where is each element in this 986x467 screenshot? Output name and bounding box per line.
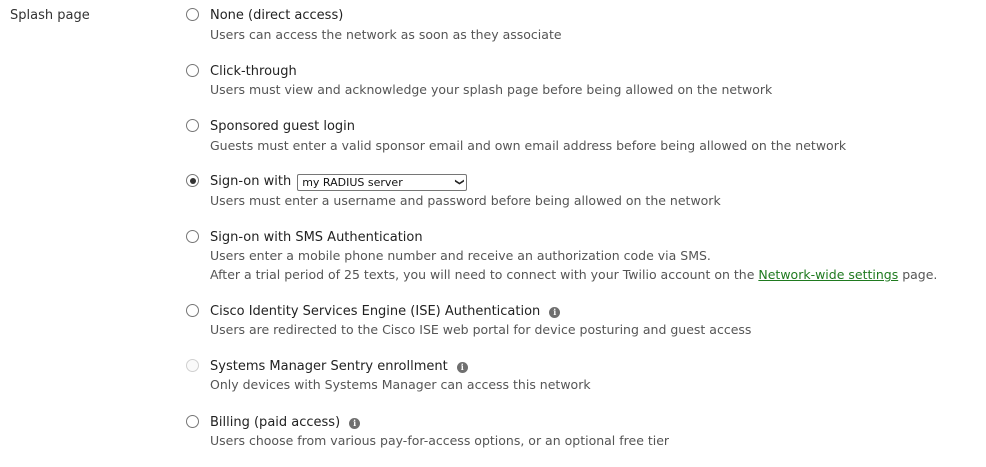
info-icon[interactable]: i [549,307,561,318]
option-description: Users are redirected to the Cisco ISE we… [210,322,752,337]
option-title[interactable]: Billing (paid access) [210,413,340,433]
option-title[interactable]: Sponsored guest login [210,117,355,137]
option-title[interactable]: Click-through [210,62,297,82]
network-wide-settings-link[interactable]: Network-wide settings [758,267,898,282]
option-title[interactable]: Sign-on with SMS Authentication [210,228,423,248]
radio-systems-manager-sentry [186,359,199,372]
sms-trial-text-suffix: page. [898,267,938,282]
radio-click-through[interactable] [186,64,199,77]
chevron-down-icon: ❯ [453,178,464,186]
option-description: Users must enter a username and password… [210,193,721,208]
option-description: Users enter a mobile phone number and re… [210,248,711,263]
option-description-secondary: After a trial period of 25 texts, you wi… [210,265,937,284]
radius-server-select-value: my RADIUS server [302,175,403,189]
option-title: Systems Manager Sentry enrollment [210,359,448,374]
option-description: Users can access the network as soon as … [210,27,562,42]
splash-page-label: Splash page [10,8,90,23]
option-description: Guests must enter a valid sponsor email … [210,138,847,153]
option-title[interactable]: None (direct access) [210,6,343,26]
option-description: Users must view and acknowledge your spl… [210,82,773,97]
radio-none-direct-access[interactable] [186,8,199,21]
radio-sponsored-guest-login[interactable] [186,119,199,132]
info-icon[interactable]: i [349,418,361,429]
radio-billing-paid-access[interactable] [186,415,199,428]
radio-sms-authentication[interactable] [186,230,199,243]
radius-server-select[interactable]: my RADIUS server ❯ [297,173,468,191]
option-title[interactable]: Sign-on with [210,172,291,192]
option-description: Only devices with Systems Manager can ac… [210,377,591,392]
info-icon[interactable]: i [456,362,468,373]
option-title[interactable]: Cisco Identity Services Engine (ISE) Aut… [210,302,540,322]
option-description: Users choose from various pay-for-access… [210,433,670,448]
radio-cisco-ise-authentication[interactable] [186,304,199,317]
sms-trial-text: After a trial period of 25 texts, you wi… [210,267,759,282]
radio-sign-on-with[interactable] [186,174,199,187]
